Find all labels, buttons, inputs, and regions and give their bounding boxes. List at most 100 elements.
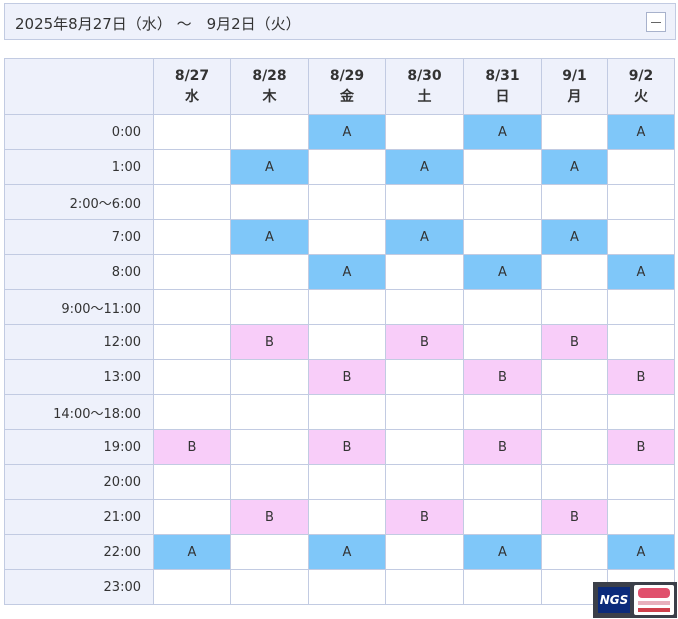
schedule-cell-b[interactable]: B: [385, 324, 464, 360]
schedule-cell-empty: [308, 184, 386, 220]
ngs-logo-mark: NGS: [598, 587, 630, 613]
date-header-row: 8/27 水 8/28 木 8/29 金 8/30 土 8/31 日 9/1 月 9/2 火: [4, 58, 675, 115]
schedule-cell-empty: [607, 394, 675, 430]
schedule-cell-empty: [153, 254, 231, 290]
schedule-cell-b[interactable]: B: [230, 499, 309, 535]
schedule-cell-a[interactable]: A: [153, 534, 231, 570]
column-weekday: 金: [340, 88, 354, 105]
time-label: 12:00: [4, 324, 154, 360]
time-slot-row: 1:00 A A A: [4, 149, 675, 185]
time-slot-row: 14:00～18:00: [4, 394, 675, 430]
time-slot-row: 9:00～11:00: [4, 289, 675, 325]
date-column-header: 9/1 月: [541, 58, 608, 115]
schedule-cell-empty: [541, 254, 608, 290]
time-label: 19:00: [4, 429, 154, 465]
schedule-cell-empty: [153, 359, 231, 395]
schedule-cell-empty: [385, 569, 464, 605]
time-slot-row: 19:00 B B B B: [4, 429, 675, 465]
schedule-cell-empty: [153, 219, 231, 255]
schedule-cell-b[interactable]: B: [385, 499, 464, 535]
schedule-cell-b[interactable]: B: [308, 429, 386, 465]
time-slot-row: 13:00 B B B: [4, 359, 675, 395]
time-slot-row: 12:00 B B B: [4, 324, 675, 360]
collapse-icon[interactable]: [646, 12, 666, 32]
schedule-cell-b[interactable]: B: [153, 429, 231, 465]
schedule-cell-a[interactable]: A: [385, 219, 464, 255]
schedule-cell-b[interactable]: B: [308, 359, 386, 395]
schedule-cell-a[interactable]: A: [541, 219, 608, 255]
schedule-cell-a[interactable]: A: [308, 114, 386, 150]
schedule-cell-b[interactable]: B: [541, 324, 608, 360]
column-date: 8/29: [329, 67, 365, 84]
column-weekday: 火: [634, 88, 648, 105]
schedule-cell-empty: [541, 184, 608, 220]
schedule-cell-empty: [230, 394, 309, 430]
schedule-cell-empty: [308, 499, 386, 535]
schedule-cell-empty: [385, 359, 464, 395]
schedule-cell-b[interactable]: B: [463, 359, 542, 395]
date-column-header: 8/31 日: [463, 58, 542, 115]
time-label: 22:00: [4, 534, 154, 570]
schedule-cell-empty: [153, 324, 231, 360]
ngs-logo: NGS: [593, 582, 677, 618]
date-column-header: 8/29 金: [308, 58, 386, 115]
date-column-header: 8/27 水: [153, 58, 231, 115]
schedule-cell-empty: [463, 149, 542, 185]
time-slot-row: 0:00 A A A: [4, 114, 675, 150]
schedule-cell-b[interactable]: B: [230, 324, 309, 360]
schedule-cell-empty: [230, 569, 309, 605]
schedule-cell-a[interactable]: A: [463, 534, 542, 570]
schedule-cell-empty: [463, 499, 542, 535]
broadcaster-badge-icon: [634, 585, 674, 615]
schedule-cell-empty: [607, 289, 675, 325]
schedule-cell-empty: [308, 149, 386, 185]
schedule-cell-a[interactable]: A: [463, 114, 542, 150]
time-label: 1:00: [4, 149, 154, 185]
date-column-header: 9/2 火: [607, 58, 675, 115]
schedule-cell-empty: [607, 324, 675, 360]
schedule-cell-empty: [541, 289, 608, 325]
schedule-cell-a[interactable]: A: [230, 219, 309, 255]
column-date: 8/31: [485, 67, 520, 84]
schedule-table: 8/27 水 8/28 木 8/29 金 8/30 土 8/31 日 9/1 月 9/2 火 0:00 A A…: [4, 58, 675, 605]
schedule-cell-empty: [607, 219, 675, 255]
schedule-cell-empty: [607, 499, 675, 535]
schedule-cell-a[interactable]: A: [607, 114, 675, 150]
time-label: 0:00: [4, 114, 154, 150]
schedule-cell-a[interactable]: A: [541, 149, 608, 185]
time-slot-row: 7:00 A A A: [4, 219, 675, 255]
schedule-cell-a[interactable]: A: [463, 254, 542, 290]
column-weekday: 月: [567, 88, 582, 105]
schedule-cell-empty: [153, 149, 231, 185]
date-column-header: 8/28 木: [230, 58, 309, 115]
schedule-cell-a[interactable]: A: [308, 254, 386, 290]
schedule-cell-empty: [385, 289, 464, 325]
schedule-cell-a[interactable]: A: [385, 149, 464, 185]
schedule-cell-empty: [230, 534, 309, 570]
week-range-header: 2025年8月27日（水） ～ 9月2日（火）: [4, 3, 676, 40]
schedule-cell-empty: [153, 394, 231, 430]
column-weekday: 水: [185, 88, 199, 105]
time-slot-row: 8:00 A A A: [4, 254, 675, 290]
schedule-cell-empty: [308, 324, 386, 360]
time-slot-row: 21:00 B B B: [4, 499, 675, 535]
schedule-cell-b[interactable]: B: [607, 429, 675, 465]
time-slot-row: 20:00: [4, 464, 675, 500]
time-slot-row: 23:00: [4, 569, 675, 605]
schedule-cell-empty: [308, 569, 386, 605]
schedule-cell-empty: [153, 569, 231, 605]
schedule-cell-a[interactable]: A: [607, 534, 675, 570]
schedule-cell-empty: [308, 464, 386, 500]
schedule-cell-b[interactable]: B: [541, 499, 608, 535]
schedule-cell-a[interactable]: A: [607, 254, 675, 290]
date-column-header: 8/30 土: [385, 58, 464, 115]
schedule-cell-b[interactable]: B: [607, 359, 675, 395]
schedule-cell-a[interactable]: A: [308, 534, 386, 570]
schedule-cell-empty: [541, 394, 608, 430]
schedule-cell-empty: [463, 394, 542, 430]
schedule-cell-empty: [541, 359, 608, 395]
schedule-cell-b[interactable]: B: [463, 429, 542, 465]
column-date: 9/2: [628, 67, 654, 84]
column-weekday: 土: [417, 88, 432, 105]
schedule-cell-a[interactable]: A: [230, 149, 309, 185]
